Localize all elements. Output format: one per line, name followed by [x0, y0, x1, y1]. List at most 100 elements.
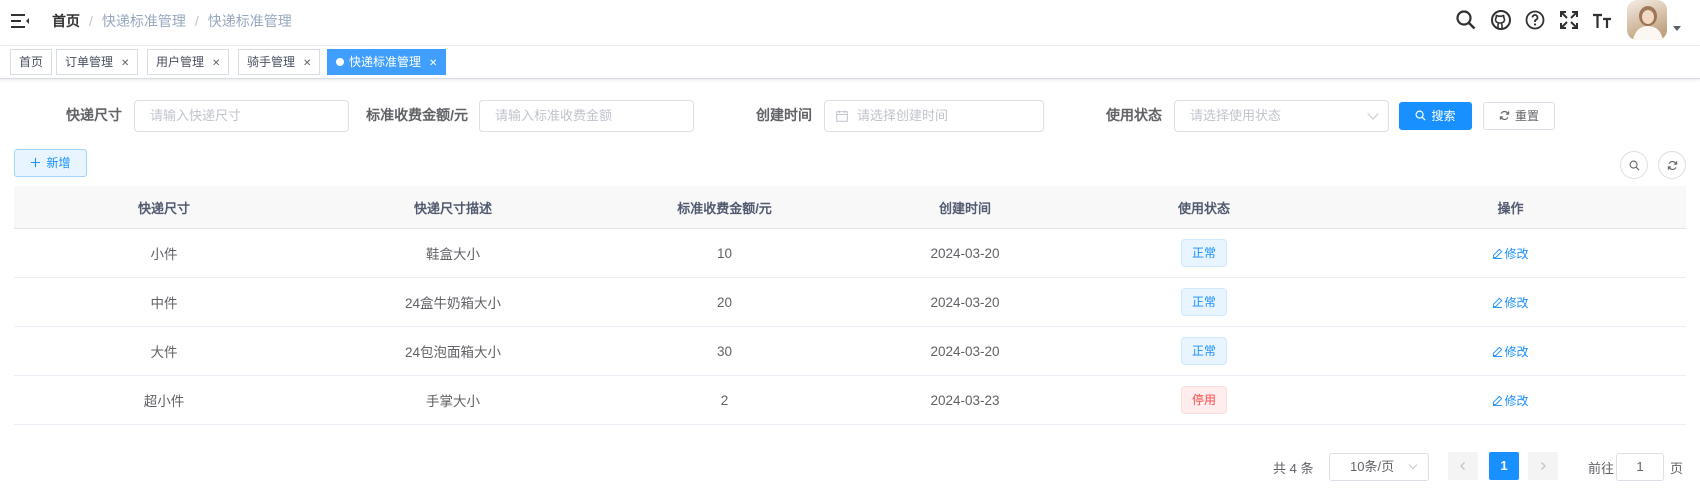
action-cell: 修改	[1335, 229, 1686, 277]
time-label: 创建时间	[756, 107, 812, 123]
size-input[interactable]: 请输入快递尺寸	[134, 100, 349, 132]
status-badge: 正常	[1180, 337, 1227, 365]
time-cell: 2024-03-20	[930, 294, 1000, 310]
page-size-value: 10条/页	[1350, 459, 1395, 474]
jump-unit-label: 页	[1670, 461, 1684, 476]
edit-label: 修改	[1504, 393, 1529, 408]
tag-label: 首页	[19, 55, 44, 69]
plus-icon	[31, 157, 41, 168]
column-header: 快递尺寸	[137, 200, 190, 216]
desc-cell: 手掌大小	[426, 394, 480, 409]
close-icon[interactable]: ✕	[212, 58, 220, 69]
column-header: 创建时间	[938, 200, 991, 216]
jump-label: 前往	[1588, 461, 1615, 476]
fullscreen-icon[interactable]	[1558, 9, 1582, 33]
jump-page-input[interactable]: 1	[1616, 453, 1664, 481]
column-header: 操作	[1497, 200, 1524, 216]
chevron-down-icon	[1367, 108, 1379, 120]
hamburger-menu-icon[interactable]	[10, 11, 30, 31]
edit-label: 修改	[1504, 295, 1529, 310]
tag-label: 快递标准管理	[349, 55, 422, 69]
fee-cell: 20	[716, 294, 733, 310]
add-button[interactable]: 新增	[14, 149, 87, 177]
tag-label: 骑手管理	[247, 55, 296, 69]
chevron-down-icon	[1408, 460, 1418, 470]
action-cell: 修改	[1335, 278, 1686, 326]
size-cell: 中件	[150, 296, 178, 311]
data-table: 快递尺寸 快递尺寸描述 标准收费金额/元 创建时间 使用状态 操作 小件 鞋盒大…	[14, 186, 1686, 425]
table-row: 中件 24盒牛奶箱大小 20 2024-03-20 正常 修改	[14, 278, 1686, 327]
breadcrumb-home[interactable]: 首页	[52, 13, 80, 29]
breadcrumb-current: 快递标准管理	[207, 13, 292, 29]
chevron-right-icon	[1541, 462, 1546, 470]
toggle-search-button[interactable]	[1620, 151, 1648, 179]
tags-view: 首页 订单管理 ✕ 用户管理 ✕ 骑手管理 ✕ 快递标准管理 ✕	[0, 46, 1700, 79]
tag-order-management[interactable]: 订单管理 ✕	[56, 49, 139, 75]
table-header: 快递尺寸 快递尺寸描述 标准收费金额/元 创建时间 使用状态 操作	[14, 186, 1686, 229]
page-size-select[interactable]: 10条/页	[1329, 453, 1429, 481]
status-badge: 正常	[1180, 288, 1227, 316]
size-cell: 小件	[150, 247, 178, 262]
edit-button[interactable]: 修改	[1492, 392, 1529, 409]
navbar: 首页 / 快递标准管理 / 快递标准管理	[0, 0, 1700, 46]
fee-cell: 2	[720, 392, 729, 408]
refresh-button[interactable]	[1658, 151, 1686, 179]
fee-cell: 10	[716, 245, 733, 261]
font-size-icon[interactable]	[1591, 9, 1615, 33]
status-cell: 停用	[1073, 376, 1335, 424]
edit-icon	[1493, 395, 1503, 406]
column-header: 标准收费金额/元	[677, 200, 772, 216]
prev-page-button[interactable]	[1448, 452, 1478, 480]
refresh-icon	[1667, 161, 1678, 170]
tag-label: 用户管理	[156, 55, 205, 69]
search-icon[interactable]	[1455, 9, 1479, 33]
caret-down-icon[interactable]	[1673, 26, 1681, 31]
status-cell: 正常	[1073, 229, 1335, 277]
status-label: 使用状态	[1106, 107, 1162, 123]
status-cell: 正常	[1073, 278, 1335, 326]
close-icon[interactable]: ✕	[429, 58, 437, 69]
search-button[interactable]: 搜索	[1399, 102, 1472, 130]
status-cell: 正常	[1073, 327, 1335, 375]
size-cell: 大件	[150, 345, 178, 360]
tag-user-management[interactable]: 用户管理 ✕	[147, 49, 230, 75]
reset-button-label: 重置	[1514, 109, 1539, 123]
github-icon[interactable]	[1490, 9, 1514, 33]
tag-express-standard-management[interactable]: 快递标准管理 ✕	[327, 49, 447, 75]
close-icon[interactable]: ✕	[303, 58, 311, 69]
reset-button[interactable]: 重置	[1483, 102, 1555, 130]
edit-label: 修改	[1504, 246, 1529, 261]
chevron-left-icon	[1460, 462, 1465, 470]
avatar[interactable]	[1627, 0, 1667, 40]
date-picker[interactable]: 请选择创建时间	[824, 100, 1044, 132]
edit-button[interactable]: 修改	[1492, 294, 1529, 311]
edit-button[interactable]: 修改	[1492, 343, 1529, 360]
close-icon[interactable]: ✕	[121, 58, 129, 69]
tag-home[interactable]: 首页	[10, 49, 53, 75]
table-row: 小件 鞋盒大小 10 2024-03-20 正常 修改	[14, 229, 1686, 278]
table-row: 超小件 手掌大小 2 2024-03-23 停用 修改	[14, 376, 1686, 425]
fee-cell: 30	[716, 343, 733, 359]
time-cell: 2024-03-23	[930, 392, 1000, 408]
next-page-button[interactable]	[1528, 452, 1558, 480]
edit-label: 修改	[1504, 344, 1529, 359]
size-label: 快递尺寸	[66, 107, 122, 123]
add-button-label: 新增	[46, 156, 71, 170]
breadcrumb-item[interactable]: 快递标准管理	[102, 13, 186, 29]
search-icon	[1629, 160, 1640, 171]
edit-button[interactable]: 修改	[1492, 245, 1529, 262]
help-icon[interactable]	[1524, 9, 1548, 33]
status-badge: 正常	[1180, 239, 1227, 267]
desc-cell: 24盒牛奶箱大小	[404, 296, 502, 311]
page-number-button[interactable]: 1	[1489, 452, 1519, 480]
time-cell: 2024-03-20	[930, 343, 1000, 359]
status-select[interactable]: 请选择使用状态	[1174, 100, 1389, 132]
search-button-label: 搜索	[1431, 109, 1456, 123]
fee-label: 标准收费金额/元	[366, 107, 468, 123]
tag-rider-management[interactable]: 骑手管理 ✕	[238, 49, 321, 75]
column-header: 使用状态	[1177, 200, 1230, 216]
active-dot-icon	[336, 58, 344, 66]
time-cell: 2024-03-20	[930, 245, 1000, 261]
refresh-icon	[1499, 111, 1510, 120]
fee-input[interactable]: 请输入标准收费金额	[479, 100, 694, 132]
